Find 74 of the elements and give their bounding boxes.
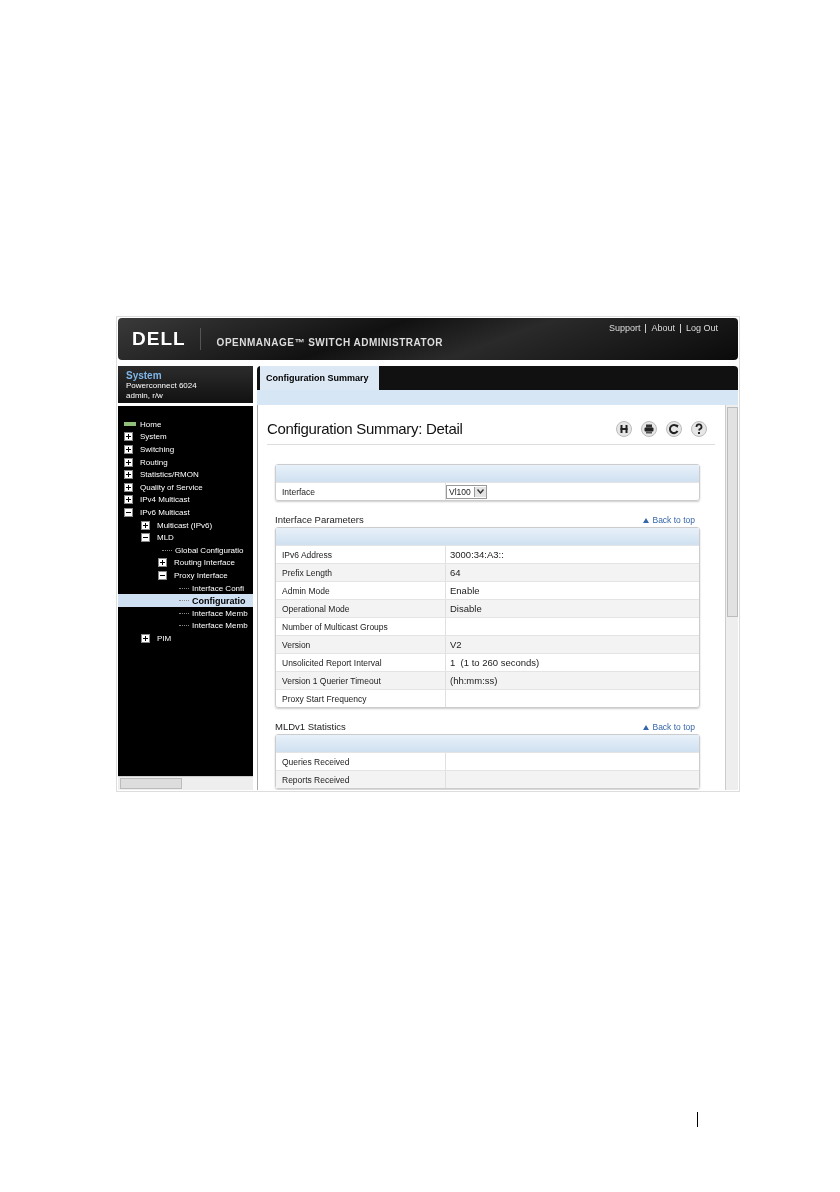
tab[interactable]: Configuration Summary <box>260 366 379 390</box>
field-label: Unsolicited Report Interval <box>282 657 382 668</box>
tree-item[interactable]: Interface Memb <box>118 619 253 633</box>
tree-item[interactable]: Quality of Service <box>118 480 253 494</box>
system-title: System <box>126 370 163 381</box>
printer-icon[interactable] <box>641 420 657 437</box>
back-to-top-link[interactable]: Back to top <box>643 722 695 732</box>
tree-item[interactable]: IPv6 Multicast <box>118 506 253 519</box>
caret-icon <box>476 489 484 494</box>
expand-icon[interactable] <box>124 495 133 505</box>
logo: DELL <box>132 328 201 350</box>
tree-item[interactable]: System <box>118 430 253 444</box>
tree-item[interactable]: Configuratio <box>118 594 253 607</box>
device-name: Powerconnect 6024 <box>126 381 198 391</box>
field-label: Queries Received <box>282 756 350 767</box>
tree-item[interactable]: Statistics/RMON <box>118 468 253 481</box>
header-link[interactable]: Support <box>608 323 641 333</box>
tree-item[interactable]: Interface Confi <box>118 581 253 595</box>
page-title: Configuration Summary: Detail <box>267 420 463 437</box>
header-link[interactable]: About <box>651 323 675 333</box>
field-label: Proxy Start Frequency <box>282 693 367 704</box>
scrollbar[interactable] <box>118 776 253 790</box>
triangle-icon <box>643 517 650 523</box>
help-icon[interactable] <box>691 420 707 437</box>
expand-icon[interactable] <box>124 445 133 454</box>
field-label: Reports Received <box>282 774 350 785</box>
field-label: Version 1 Querier Timeout <box>282 675 381 686</box>
expand-icon[interactable] <box>124 482 133 492</box>
field-label: Number of Multicast Groups <box>282 621 388 632</box>
expand-icon[interactable] <box>124 432 133 442</box>
back-to-top-link[interactable]: Back to top <box>643 515 695 525</box>
tree-item[interactable]: MLD <box>118 531 253 544</box>
collapse-icon[interactable] <box>158 570 167 580</box>
expand-icon[interactable] <box>124 457 133 467</box>
tree-item[interactable]: Routing Interface <box>118 556 253 570</box>
field-label: Prefix Length <box>282 567 333 578</box>
section-title: MLDv1 Statistics <box>275 721 346 732</box>
field-label: Interface <box>282 486 316 497</box>
interface-select[interactable]: Vl100 <box>446 484 487 499</box>
header-link[interactable]: Log Out <box>685 323 718 333</box>
tree-item[interactable]: PIM <box>118 632 253 645</box>
bar-icon <box>124 422 136 427</box>
tree-item[interactable]: Interface Memb <box>118 606 253 620</box>
tree-item[interactable]: Proxy Interface <box>118 569 253 582</box>
value-text: V2 <box>449 639 462 650</box>
value-text: 64 <box>449 567 461 578</box>
refresh-icon[interactable] <box>666 420 682 437</box>
collapse-icon[interactable] <box>124 507 133 517</box>
user-info: admin, r/w <box>126 391 164 401</box>
expand-icon[interactable] <box>141 520 150 530</box>
field-label: Admin Mode <box>282 585 330 596</box>
section-title: Interface Parameters <box>275 514 364 525</box>
expand-icon[interactable] <box>141 633 150 643</box>
tree-item[interactable]: Home <box>118 418 253 431</box>
tree-item[interactable]: Switching <box>118 443 253 456</box>
field-label: IPv6 Address <box>282 549 333 560</box>
value-text: Enable <box>449 585 480 596</box>
tree-item[interactable]: IPv4 Multicast <box>118 493 253 507</box>
value-text: 3000:34:A3:: <box>449 549 504 560</box>
field-label: Operational Mode <box>282 603 350 614</box>
collapse-icon[interactable] <box>141 533 150 543</box>
value-text: Disable <box>449 603 482 614</box>
tree-item[interactable]: Multicast (IPv6) <box>118 518 253 532</box>
app-title: OPENMANAGE™ SWITCH ADMINISTRATOR <box>216 336 443 348</box>
field-label: Version <box>282 639 311 650</box>
tree-item[interactable]: Routing <box>118 455 253 469</box>
triangle-icon <box>643 724 650 730</box>
disk-icon[interactable] <box>616 420 632 437</box>
tree-item[interactable]: Global Configuratio <box>118 543 253 557</box>
scrollbar[interactable] <box>725 405 738 790</box>
value-text: (hh:mm:ss) <box>449 675 498 686</box>
expand-icon[interactable] <box>158 558 167 568</box>
expand-icon[interactable] <box>124 470 133 480</box>
value-text: 1 (1 to 260 seconds) <box>449 657 540 668</box>
